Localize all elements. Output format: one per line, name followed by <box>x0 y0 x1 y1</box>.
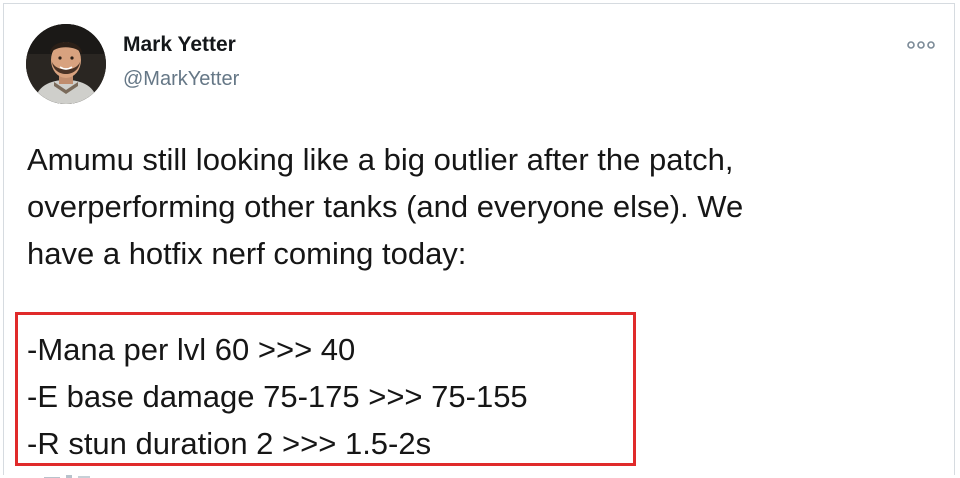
patch-change-item: -Mana per lvl 60 >>> 40 <box>27 332 356 367</box>
author-name[interactable]: Mark Yetter <box>123 34 236 55</box>
tweet-text: Amumu still looking like a big outlier a… <box>27 136 927 277</box>
tweet-text-line: have a hotfix nerf coming today: <box>27 236 467 271</box>
patch-change-item: -R stun duration 2 >>> 1.5-2s <box>27 426 432 461</box>
patch-change-item: -E base damage 75-175 >>> 75-155 <box>27 379 528 414</box>
cropped-text-fragment <box>44 468 124 478</box>
profile-photo-icon <box>26 24 106 104</box>
tweet-card: Mark Yetter @MarkYetter Amumu still look… <box>3 3 955 478</box>
more-options-button[interactable] <box>900 34 942 56</box>
tweet-text-line: Amumu still looking like a big outlier a… <box>27 142 734 177</box>
more-options-icon <box>907 41 935 49</box>
avatar[interactable] <box>26 24 106 104</box>
tweet-text-line: overperforming other tanks (and everyone… <box>27 189 744 224</box>
author-handle[interactable]: @MarkYetter <box>123 69 239 89</box>
patch-changes-list: -Mana per lvl 60 >>> 40 -E base damage 7… <box>27 326 528 467</box>
